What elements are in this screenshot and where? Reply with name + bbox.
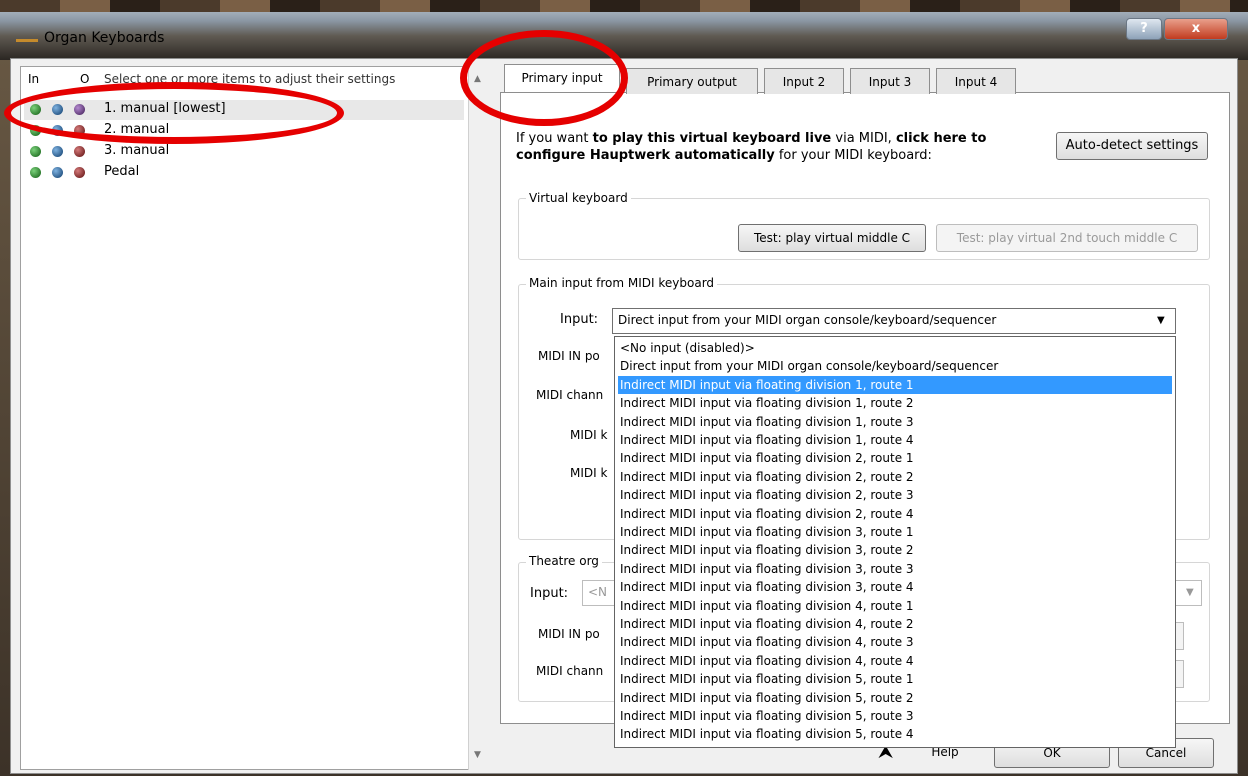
list-item-label: 3. manual xyxy=(104,143,170,158)
chevron-down-icon[interactable]: ▼ xyxy=(1186,587,1194,598)
dropdown-option[interactable]: Indirect MIDI input via floating divisio… xyxy=(618,486,1172,504)
keyboard-status-icon xyxy=(74,167,85,178)
midi-in-port-label: MIDI IN po xyxy=(538,349,600,363)
midi-key-label: MIDI k xyxy=(570,428,608,442)
tab-input-3[interactable]: Input 3 xyxy=(850,68,930,94)
column-in: In xyxy=(28,72,40,86)
app-icon xyxy=(16,39,38,42)
input-status-icon xyxy=(30,146,41,157)
dropdown-option[interactable]: Indirect MIDI input via floating divisio… xyxy=(618,560,1172,578)
dialog-window: Organ Keyboards ? x ▲ ▼ In O Select one … xyxy=(0,0,1248,776)
dropdown-option[interactable]: Direct input from your MIDI organ consol… xyxy=(618,357,1172,375)
help-button[interactable]: ? xyxy=(1126,18,1162,40)
dropdown-option[interactable]: Indirect MIDI input via floating divisio… xyxy=(618,523,1172,541)
autodetect-text-part: for your MIDI keyboard: xyxy=(774,148,932,163)
test-2nd-touch-button[interactable]: Test: play virtual 2nd touch middle C xyxy=(936,224,1198,252)
test-middle-c-button[interactable]: Test: play virtual middle C xyxy=(738,224,926,252)
annotation-ring xyxy=(4,82,344,144)
theatre-organ-label: Theatre org xyxy=(526,554,602,568)
dropdown-option[interactable]: Indirect MIDI input via floating divisio… xyxy=(618,689,1172,707)
tab-input-4[interactable]: Input 4 xyxy=(936,68,1016,94)
dropdown-option[interactable]: Indirect MIDI input via floating divisio… xyxy=(618,541,1172,559)
dropdown-option[interactable]: Indirect MIDI input via floating divisio… xyxy=(618,725,1172,743)
list-scrollbar[interactable] xyxy=(468,66,488,770)
virtual-keyboard-label: Virtual keyboard xyxy=(526,191,631,205)
list-item[interactable]: 3. manual xyxy=(24,142,464,162)
annotation-ring xyxy=(460,30,628,126)
output-status-icon xyxy=(52,167,63,178)
window-title: Organ Keyboards xyxy=(44,30,165,46)
dropdown-option[interactable]: Indirect MIDI input via floating divisio… xyxy=(618,652,1172,670)
dropdown-option[interactable]: Indirect MIDI input via floating divisio… xyxy=(618,431,1172,449)
midi-key-label: MIDI k xyxy=(570,466,608,480)
theatre-midi-in-port-label: MIDI IN po xyxy=(538,627,600,641)
dropdown-option[interactable]: Indirect MIDI input via floating divisio… xyxy=(618,707,1172,725)
dropdown-option[interactable]: Indirect MIDI input via floating divisio… xyxy=(618,670,1172,688)
dropdown-option[interactable]: Indirect MIDI input via floating divisio… xyxy=(618,597,1172,615)
chevron-down-icon[interactable]: ▼ xyxy=(1157,315,1165,326)
dropdown-option[interactable]: Indirect MIDI input via floating divisio… xyxy=(618,615,1172,633)
input-status-icon xyxy=(30,167,41,178)
autodetect-text-bold: to play this virtual keyboard live xyxy=(592,131,832,146)
autodetect-text-part: If you want xyxy=(516,131,593,146)
close-button[interactable]: x xyxy=(1164,18,1228,40)
dropdown-option[interactable]: Indirect MIDI input via floating divisio… xyxy=(618,468,1172,486)
dropdown-option[interactable]: Indirect MIDI input via floating divisio… xyxy=(618,633,1172,651)
dropdown-option[interactable]: Indirect MIDI input via floating divisio… xyxy=(618,449,1172,467)
input-label: Input: xyxy=(560,312,599,327)
keyboard-status-icon xyxy=(74,146,85,157)
theatre-input-value: <N xyxy=(588,585,608,599)
scroll-down-icon[interactable]: ▼ xyxy=(474,750,481,760)
tab-input-2[interactable]: Input 2 xyxy=(764,68,844,94)
theatre-input-label: Input: xyxy=(530,586,569,601)
dropdown-option[interactable]: Indirect MIDI input via floating divisio… xyxy=(618,413,1172,431)
tab-primary-output[interactable]: Primary output xyxy=(626,68,758,94)
dropdown-option[interactable]: <No input (disabled)> xyxy=(618,339,1172,357)
output-status-icon xyxy=(52,146,63,157)
dropdown-option[interactable]: Indirect MIDI input via floating divisio… xyxy=(618,394,1172,412)
input-select-value: Direct input from your MIDI organ consol… xyxy=(618,313,997,327)
column-out: O xyxy=(80,72,90,86)
dropdown-option[interactable]: Indirect MIDI input via floating divisio… xyxy=(618,375,1172,394)
theatre-midi-channel-label: MIDI chann xyxy=(536,664,604,678)
dropdown-option[interactable]: Indirect MIDI input via floating divisio… xyxy=(618,578,1172,596)
autodetect-text-part: via MIDI, xyxy=(831,131,896,146)
list-item-label: Pedal xyxy=(104,164,140,179)
input-select[interactable]: Direct input from your MIDI organ consol… xyxy=(612,308,1176,334)
midi-channel-label: MIDI chann xyxy=(536,388,604,402)
autodetect-text: If you want to play this virtual keyboar… xyxy=(516,130,1046,164)
auto-detect-button[interactable]: Auto-detect settings xyxy=(1056,132,1208,160)
title-bar[interactable] xyxy=(0,0,1248,60)
dropdown-option[interactable]: Indirect MIDI input via floating divisio… xyxy=(618,505,1172,523)
main-input-label: Main input from MIDI keyboard xyxy=(526,276,718,290)
list-item[interactable]: Pedal xyxy=(24,163,464,183)
